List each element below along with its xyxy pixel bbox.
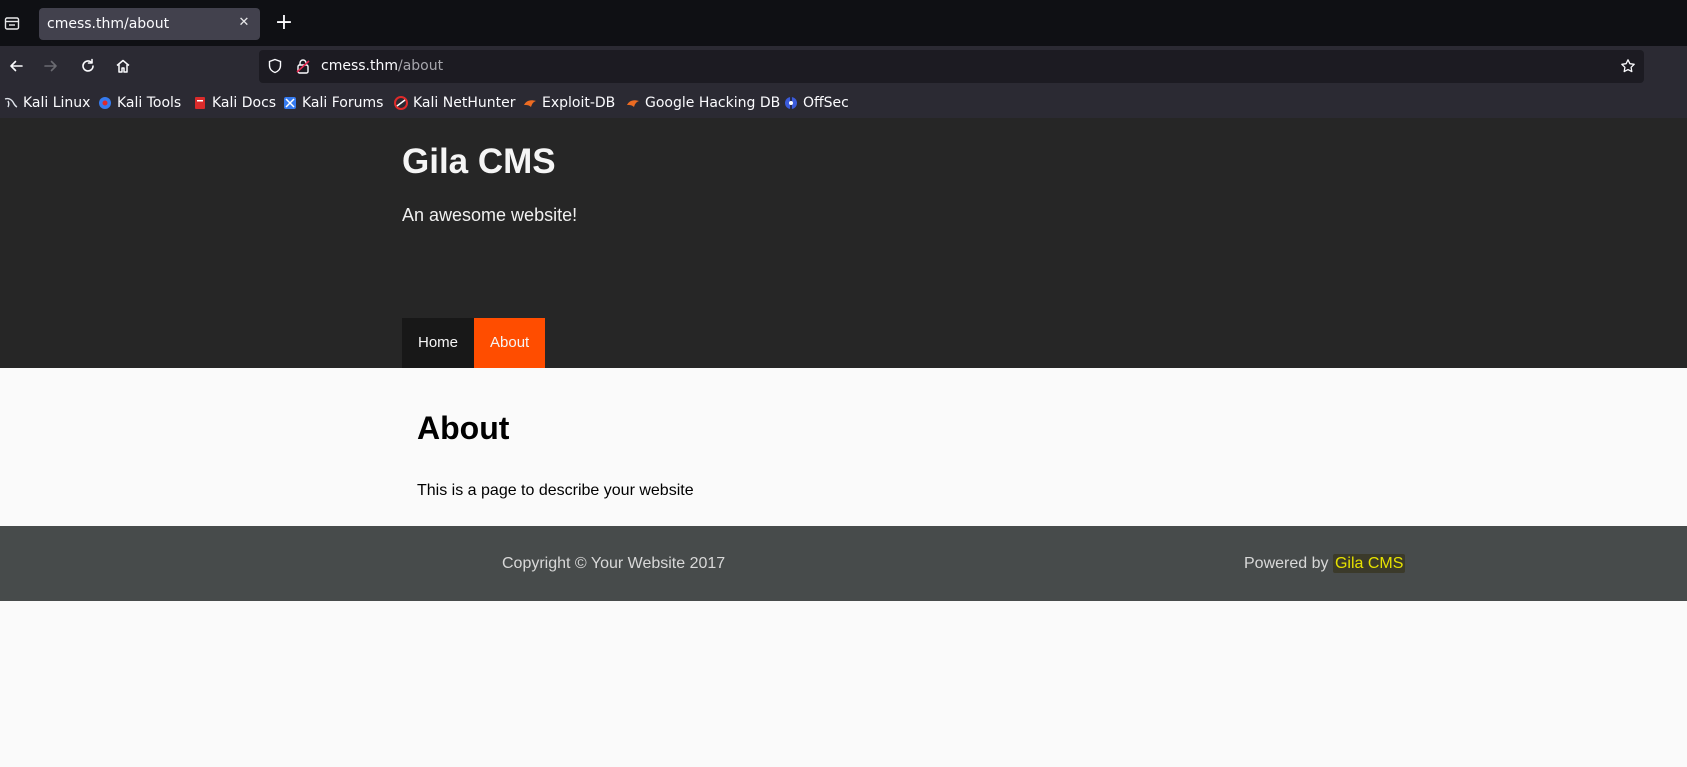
bookmark-label: Exploit-DB	[542, 95, 616, 111]
forward-icon[interactable]	[39, 54, 63, 78]
site-title[interactable]: Gila CMS	[402, 142, 556, 182]
url-text[interactable]: cmess.thm/about	[321, 58, 443, 74]
menu-item-home[interactable]: Home	[402, 318, 474, 368]
bookmark-label: OffSec	[803, 95, 849, 111]
bookmark-label: Kali Linux	[23, 95, 91, 111]
bookmark-label: Kali NetHunter	[413, 95, 516, 111]
back-icon[interactable]	[4, 54, 28, 78]
bookmark-star-icon[interactable]	[1620, 58, 1636, 78]
site-footer: Copyright © Your Website 2017 Powered by…	[0, 526, 1687, 601]
copyright-text: Copyright © Your Website 2017	[502, 555, 726, 572]
bookmark-label: Kali Docs	[212, 95, 277, 111]
home-icon[interactable]	[111, 54, 135, 78]
insecure-lock-icon[interactable]	[295, 58, 311, 78]
tracking-shield-icon[interactable]	[267, 58, 283, 78]
new-tab-icon[interactable]: +	[272, 11, 296, 35]
kali-nethunter-icon	[394, 96, 408, 110]
url-bar[interactable]: cmess.thm/about	[259, 50, 1644, 83]
tab-bar: cmess.thm/about ✕ +	[0, 0, 1687, 46]
navigation-toolbar: cmess.thm/about	[0, 46, 1687, 87]
bookmark-kali-docs[interactable]: Kali Docs	[193, 93, 276, 113]
bookmark-offsec[interactable]: OffSec	[784, 93, 849, 113]
kali-tools-icon	[98, 96, 112, 110]
bookmark-exploit-db[interactable]: Exploit-DB	[523, 93, 615, 113]
page-body-text: This is a page to describe your website	[417, 482, 694, 499]
bookmark-label: Kali Tools	[117, 95, 182, 111]
bookmark-kali-tools[interactable]: Kali Tools	[98, 93, 181, 113]
page-content: About This is a page to describe your we…	[417, 410, 694, 499]
page-title: About	[417, 410, 510, 446]
bookmark-kali-nethunter[interactable]: Kali NetHunter	[394, 93, 515, 113]
menu-item-about[interactable]: About	[474, 318, 545, 368]
url-path: /about	[398, 58, 444, 74]
close-tab-icon[interactable]: ✕	[236, 15, 252, 31]
url-host: cmess.thm	[321, 58, 398, 74]
tab-list-icon[interactable]	[2, 13, 22, 33]
powered-by: Powered by Gila CMS	[1244, 554, 1406, 573]
reload-icon[interactable]	[76, 54, 100, 78]
main-menu: Home About	[402, 318, 545, 368]
gila-cms-link[interactable]: Gila CMS	[1332, 554, 1406, 573]
tab-title: cmess.thm/about	[47, 16, 170, 32]
exploit-db-icon	[523, 96, 537, 110]
kali-docs-icon	[193, 96, 207, 110]
bookmark-google-hacking-db[interactable]: Google Hacking DB	[626, 93, 780, 113]
ghdb-icon	[626, 96, 640, 110]
powered-by-label: Powered by	[1244, 555, 1329, 572]
bookmark-kali-linux[interactable]: Kali Linux	[4, 93, 90, 113]
offsec-icon	[784, 96, 798, 110]
site-header: Gila CMS An awesome website! Home About	[0, 118, 1687, 368]
bookmark-kali-forums[interactable]: Kali Forums	[283, 93, 383, 113]
kali-dragon-icon	[4, 96, 18, 110]
bookmark-label: Kali Forums	[302, 95, 384, 111]
active-tab[interactable]: cmess.thm/about ✕	[39, 8, 260, 40]
bookmark-label: Google Hacking DB	[645, 95, 781, 111]
site-tagline: An awesome website!	[402, 205, 578, 225]
bookmarks-toolbar: Kali Linux Kali Tools Kali Docs Kali For…	[0, 87, 1687, 119]
kali-forums-icon	[283, 96, 297, 110]
